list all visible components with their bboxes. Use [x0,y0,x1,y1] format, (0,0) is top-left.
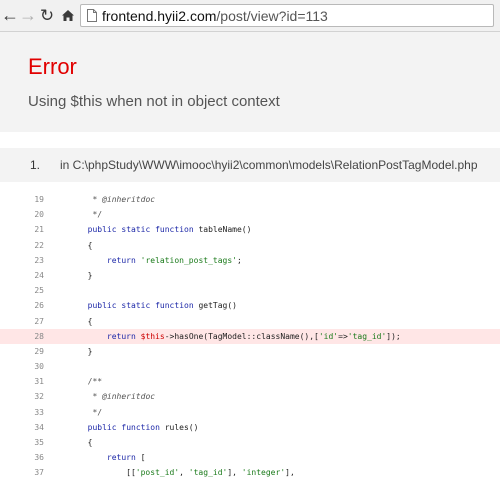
code-text: { [78,240,93,250]
code-block: 19 * @inheritdoc 20 */21 public static fu… [0,192,500,481]
code-line: 19 * @inheritdoc [0,192,500,207]
line-number: 35 [34,438,44,447]
page-icon [87,9,97,22]
line-number: 23 [34,255,44,265]
line-number: 25 [34,286,44,296]
line-number: 19 [34,195,44,204]
line-number: 29 [34,346,44,356]
code-line: 33 */ [0,405,500,420]
line-number: 26 [34,301,44,311]
code-line: 21 public static function tableName() [0,222,500,237]
code-line: 22 { [0,238,500,253]
code-text: public static function tableName() [87,225,252,235]
code-line: 24 } [0,268,500,283]
code-text: /** [78,377,103,387]
code-text: { [78,438,93,447]
error-title: Error [28,54,77,79]
trace-header[interactable]: 1. in C:\phpStudy\WWW\imooc\hyii2\common… [0,148,500,182]
code-line: 20 */ [0,207,500,222]
browser-toolbar: ← → ↻ frontend.hyii2.com/post/view?id=11… [0,0,500,32]
code-line: 31 /** [0,374,500,389]
url-path: /post/view?id=113 [216,8,328,24]
code-text: * @inheritdoc [78,195,156,204]
url-text: frontend.hyii2.com/post/view?id=113 [102,8,328,24]
code-text: return $this->hasOne(TagModel::className… [106,331,401,341]
line-number: 20 [34,210,44,220]
reload-icon[interactable]: ↻ [37,5,57,25]
code-line: 25 [0,283,500,298]
line-number: 24 [34,270,44,280]
line-number: 36 [34,453,44,463]
code-text: * @inheritdoc [78,392,156,402]
code-text: return [ [106,453,146,463]
error-message: Using $this when not in object context [28,93,280,110]
line-number: 37 [34,468,44,478]
trace-number: 1. [30,158,41,172]
code-line: 30 [0,359,500,374]
code-text: return 'relation_post_tags'; [106,255,242,265]
line-number: 22 [34,240,44,250]
code-text: public static function getTag() [87,301,237,311]
code-line: 26 public static function getTag() [0,298,500,313]
code-text: { [78,316,93,326]
code-text: */ [78,407,103,417]
line-number: 27 [34,316,44,326]
code-line: 23 return 'relation_post_tags'; [0,253,500,268]
line-number: 31 [34,377,44,387]
code-text: } [78,346,93,356]
line-number: 30 [34,362,44,372]
trace-file-path: in C:\phpStudy\WWW\imooc\hyii2\common\mo… [60,158,478,172]
line-number: 33 [34,407,44,417]
code-text: */ [78,210,103,220]
line-number: 21 [34,225,44,235]
line-number: 32 [34,392,44,402]
code-text: [['post_id', 'tag_id'], 'integer'], [78,468,295,478]
code-line: 32 * @inheritdoc [0,389,500,404]
address-bar[interactable]: frontend.hyii2.com/post/view?id=113 [80,4,494,27]
code-line: 37 [['post_id', 'tag_id'], 'integer'], [0,465,500,480]
url-host: frontend.hyii2.com [102,8,217,24]
code-line: 34 public function rules() [0,420,500,435]
line-number: 28 [34,331,44,341]
code-line: 35 { [0,435,500,450]
code-line: 29 } [0,344,500,359]
line-number: 34 [34,422,44,432]
code-line: 36 return [ [0,450,500,465]
error-header: Error Using $this when not in object con… [0,32,500,132]
error-code-line: 28 return $this->hasOne(TagModel::classN… [0,328,500,344]
code-line: 27 { [0,314,500,329]
code-text: } [78,270,93,280]
code-text: public function rules() [87,422,199,432]
home-icon[interactable] [58,5,78,25]
forward-arrow-icon[interactable]: → [18,5,38,25]
back-arrow-icon[interactable]: ← [0,5,20,25]
